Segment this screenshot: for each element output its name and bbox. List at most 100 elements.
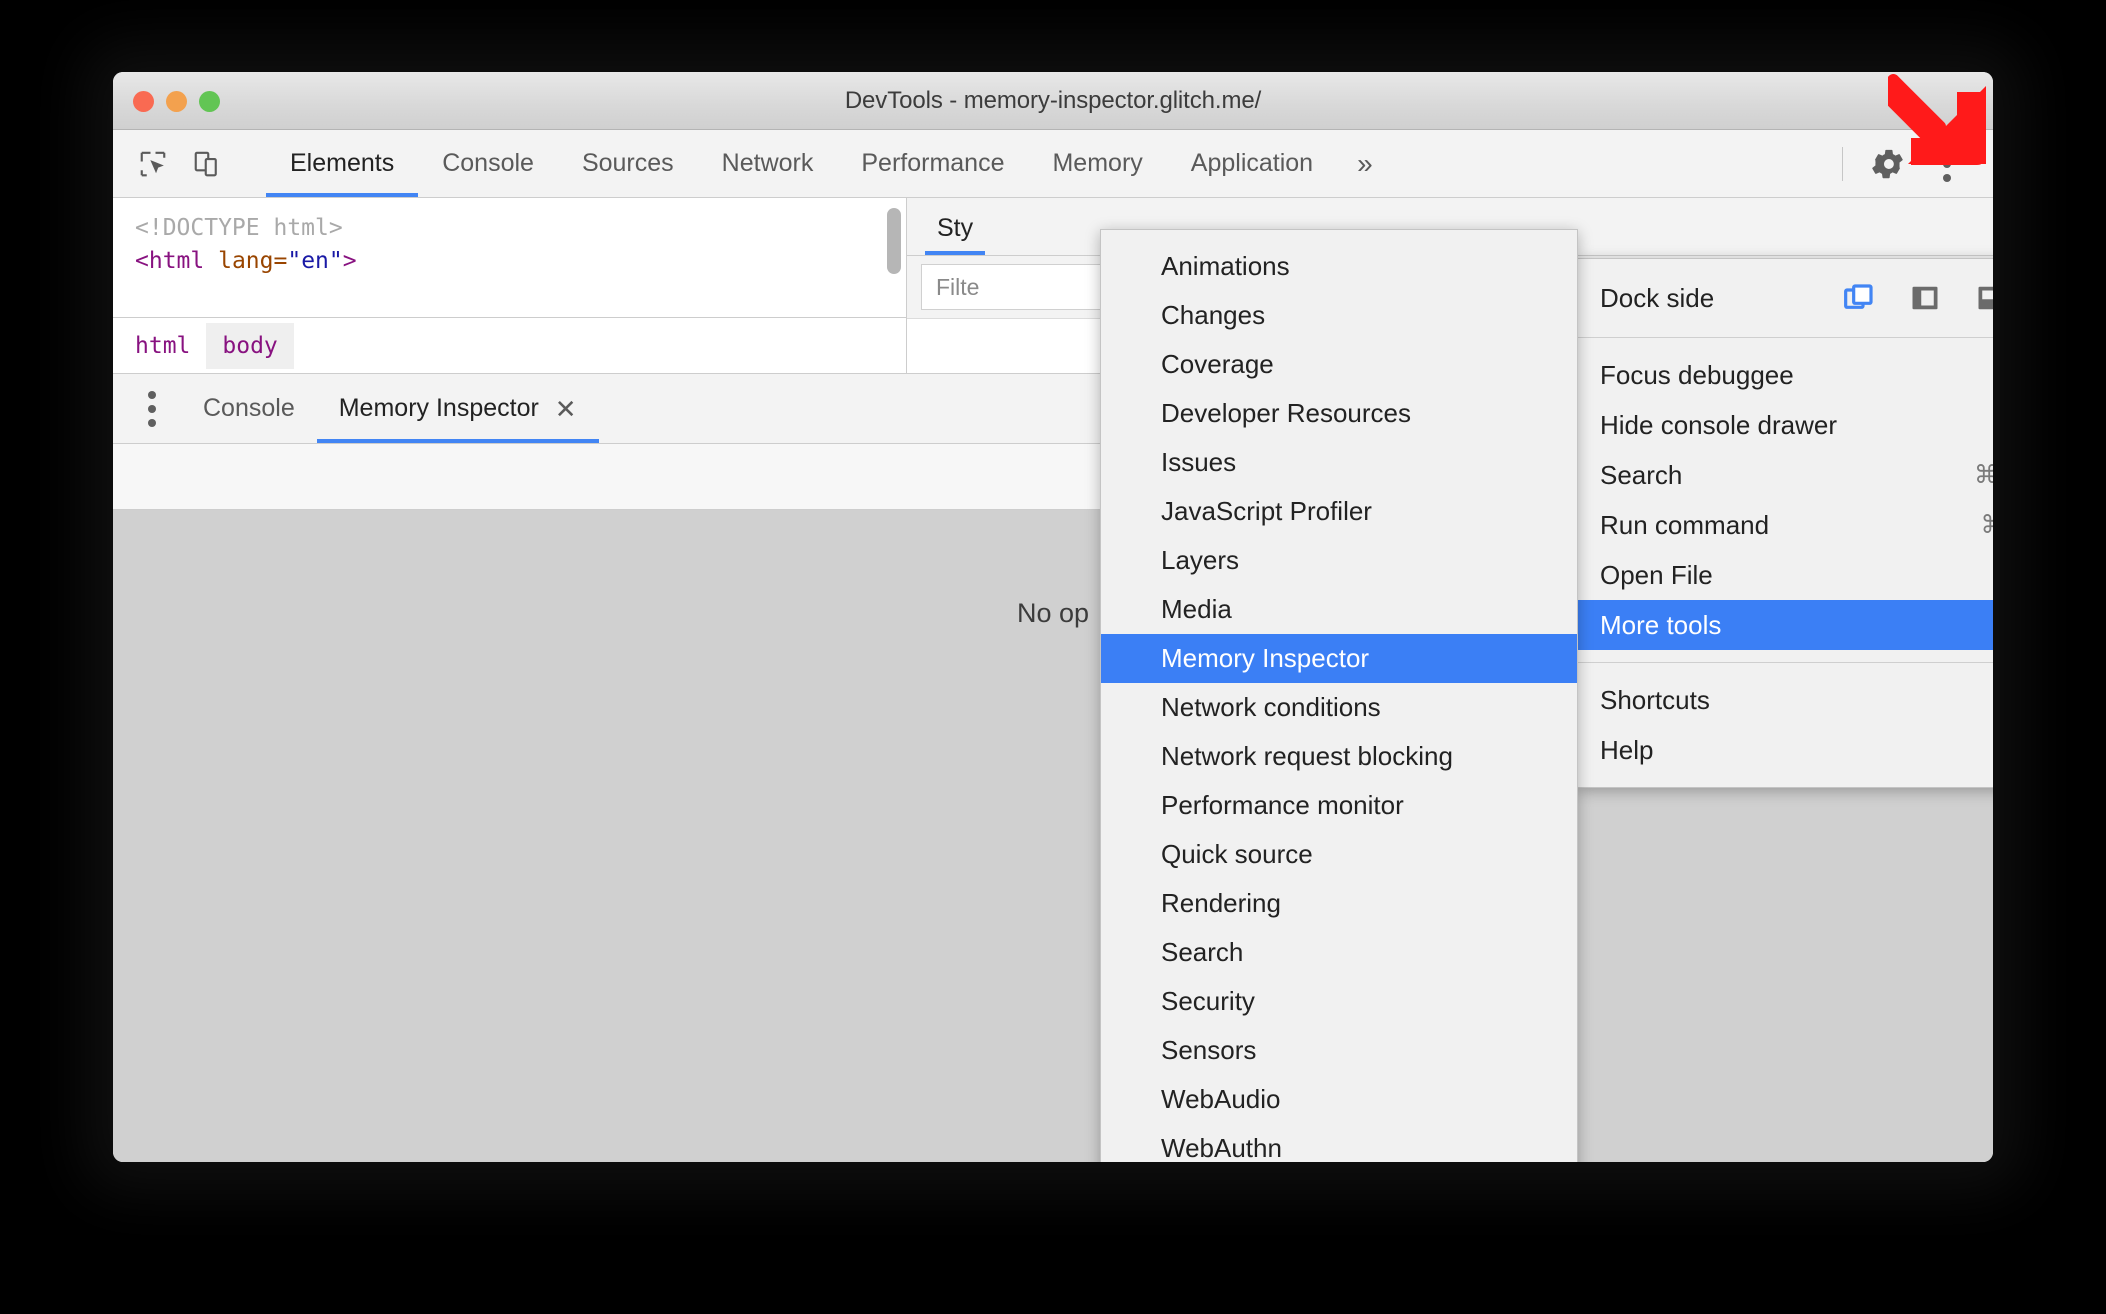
menu-item-more-tools[interactable]: More tools ▶	[1578, 600, 1993, 650]
breadcrumb-item-body[interactable]: body	[206, 322, 294, 369]
submenu-item-issues-label: Issues	[1161, 447, 1237, 477]
submenu-item-network-conditions-label: Network conditions	[1161, 692, 1381, 722]
close-icon[interactable]: ✕	[555, 396, 577, 422]
dom-html-line[interactable]: <html lang="en">	[135, 245, 906, 278]
menu-items-secondary: Shortcuts Help ▶	[1578, 663, 1993, 787]
dom-doctype-line[interactable]: <!DOCTYPE html>	[135, 212, 906, 245]
devtools-window: DevTools - memory-inspector.glitch.me/ E…	[113, 72, 1993, 1162]
menu-item-hide-console-drawer-label: Hide console drawer	[1600, 409, 1838, 440]
submenu-item-coverage-label: Coverage	[1161, 349, 1274, 379]
kebab-dots	[1943, 145, 1951, 182]
styles-filter-placeholder: Filte	[936, 273, 980, 300]
window-controls	[133, 72, 220, 130]
menu-item-shortcuts-label: Shortcuts	[1600, 684, 1710, 715]
tab-sources-label: Sources	[581, 149, 674, 177]
submenu-item-search[interactable]: Search	[1101, 928, 1577, 977]
menu-item-help-label: Help	[1600, 734, 1654, 765]
submenu-item-javascript-profiler[interactable]: JavaScript Profiler	[1101, 487, 1577, 536]
dock-bottom-icon[interactable]	[1972, 279, 1993, 317]
menu-item-more-tools-label: More tools	[1600, 609, 1722, 640]
dom-attr-equals: =	[273, 247, 288, 274]
menu-item-shortcuts[interactable]: Shortcuts	[1578, 675, 1993, 725]
dock-side-row: Dock side	[1578, 265, 1993, 337]
drawer-tab-console-label: Console	[203, 394, 295, 422]
empty-state-message: No op	[1016, 598, 1090, 628]
submenu-item-media-label: Media	[1161, 594, 1232, 624]
tab-memory[interactable]: Memory	[1028, 130, 1166, 197]
submenu-item-sensors-label: Sensors	[1161, 1035, 1257, 1065]
submenu-item-javascript-profiler-label: JavaScript Profiler	[1161, 496, 1372, 526]
dom-tree-scrollbar[interactable]	[887, 208, 901, 274]
submenu-item-performance-monitor[interactable]: Performance monitor	[1101, 781, 1577, 830]
submenu-item-network-request-blocking-label: Network request blocking	[1161, 741, 1453, 771]
submenu-item-media[interactable]: Media	[1101, 585, 1577, 634]
gear-icon[interactable]	[1863, 138, 1915, 190]
submenu-item-developer-resources[interactable]: Developer Resources	[1101, 389, 1577, 438]
dock-left-icon[interactable]	[1906, 279, 1944, 317]
submenu-item-webaudio[interactable]: WebAudio	[1101, 1075, 1577, 1124]
drawer-kebab-menu-icon[interactable]	[123, 374, 181, 443]
submenu-item-rendering-label: Rendering	[1161, 888, 1281, 918]
tab-application[interactable]: Application	[1167, 130, 1337, 197]
toolbar-left-icons	[113, 130, 266, 197]
submenu-item-memory-inspector[interactable]: Memory Inspector	[1101, 634, 1577, 683]
tab-memory-label: Memory	[1052, 149, 1143, 177]
submenu-item-sensors[interactable]: Sensors	[1101, 1026, 1577, 1075]
drawer-tab-console[interactable]: Console	[181, 374, 317, 443]
device-toolbar-icon[interactable]	[185, 142, 229, 186]
tab-performance-label: Performance	[861, 149, 1005, 177]
more-tools-submenu: Animations Changes Coverage Developer Re…	[1100, 229, 1578, 1162]
zoom-window-button[interactable]	[199, 90, 220, 112]
dom-open-bracket: <	[135, 247, 149, 274]
menu-item-focus-debuggee[interactable]: Focus debuggee	[1578, 350, 1993, 400]
kebab-menu-icon[interactable]	[1921, 138, 1973, 190]
drawer-kebab-dots	[148, 390, 156, 427]
menu-item-search-shortcut: ⌘ ⌥ F	[1974, 461, 1993, 489]
tab-console[interactable]: Console	[418, 130, 558, 197]
drawer-tab-memory-inspector[interactable]: Memory Inspector ✕	[316, 374, 599, 443]
inspect-element-icon[interactable]	[131, 142, 175, 186]
menu-item-run-command[interactable]: Run command ⌘ ⇧ P	[1578, 500, 1993, 550]
menu-item-open-file[interactable]: Open File ⌘ P	[1578, 550, 1993, 600]
panel-tabs: Elements Console Sources Network Perform…	[266, 130, 1393, 197]
dom-space	[204, 248, 218, 274]
more-tabs-chevron-icon[interactable]: »	[1337, 130, 1393, 197]
breadcrumb-item-html[interactable]: html	[119, 323, 206, 369]
submenu-item-webaudio-label: WebAudio	[1161, 1084, 1281, 1114]
menu-item-hide-console-drawer[interactable]: Hide console drawer Esc	[1578, 400, 1993, 450]
tab-sources[interactable]: Sources	[558, 130, 698, 197]
dock-undocked-icon[interactable]	[1840, 279, 1878, 317]
tab-styles-label: Sty	[937, 214, 974, 242]
window-title: DevTools - memory-inspector.glitch.me/	[844, 86, 1262, 114]
submenu-item-layers[interactable]: Layers	[1101, 536, 1577, 585]
menu-item-open-file-label: Open File	[1600, 559, 1713, 590]
submenu-item-quick-source[interactable]: Quick source	[1101, 830, 1577, 879]
submenu-item-rendering[interactable]: Rendering	[1101, 879, 1577, 928]
minimize-window-button[interactable]	[166, 90, 187, 112]
dom-tree-pane[interactable]: <!DOCTYPE html> <html lang="en"> html bo…	[113, 198, 907, 373]
menu-item-search[interactable]: Search ⌘ ⌥ F	[1578, 450, 1993, 500]
devtools-main-toolbar: Elements Console Sources Network Perform…	[113, 130, 1993, 198]
close-window-button[interactable]	[133, 90, 154, 112]
tab-styles[interactable]: Sty	[925, 214, 986, 255]
tab-network[interactable]: Network	[698, 130, 838, 197]
submenu-item-issues[interactable]: Issues	[1101, 438, 1577, 487]
submenu-item-network-request-blocking[interactable]: Network request blocking	[1101, 732, 1577, 781]
tab-elements[interactable]: Elements	[266, 130, 419, 197]
dom-tree-code: <!DOCTYPE html> <html lang="en">	[113, 198, 906, 317]
menu-item-help[interactable]: Help ▶	[1578, 725, 1993, 775]
submenu-item-animations[interactable]: Animations	[1101, 242, 1577, 291]
submenu-item-webauthn[interactable]: WebAuthn	[1101, 1124, 1577, 1162]
submenu-item-security-label: Security	[1161, 986, 1255, 1016]
dock-side-options	[1840, 279, 1993, 317]
submenu-item-changes-label: Changes	[1161, 300, 1266, 330]
menu-item-focus-debuggee-label: Focus debuggee	[1600, 359, 1794, 390]
submenu-item-security[interactable]: Security	[1101, 977, 1577, 1026]
toolbar-right-icons	[1842, 130, 1993, 197]
submenu-item-changes[interactable]: Changes	[1101, 291, 1577, 340]
submenu-item-network-conditions[interactable]: Network conditions	[1101, 683, 1577, 732]
toolbar-divider-right	[1842, 146, 1843, 181]
tab-performance[interactable]: Performance	[837, 130, 1028, 197]
submenu-item-coverage[interactable]: Coverage	[1101, 340, 1577, 389]
dock-side-label: Dock side	[1600, 282, 1715, 313]
